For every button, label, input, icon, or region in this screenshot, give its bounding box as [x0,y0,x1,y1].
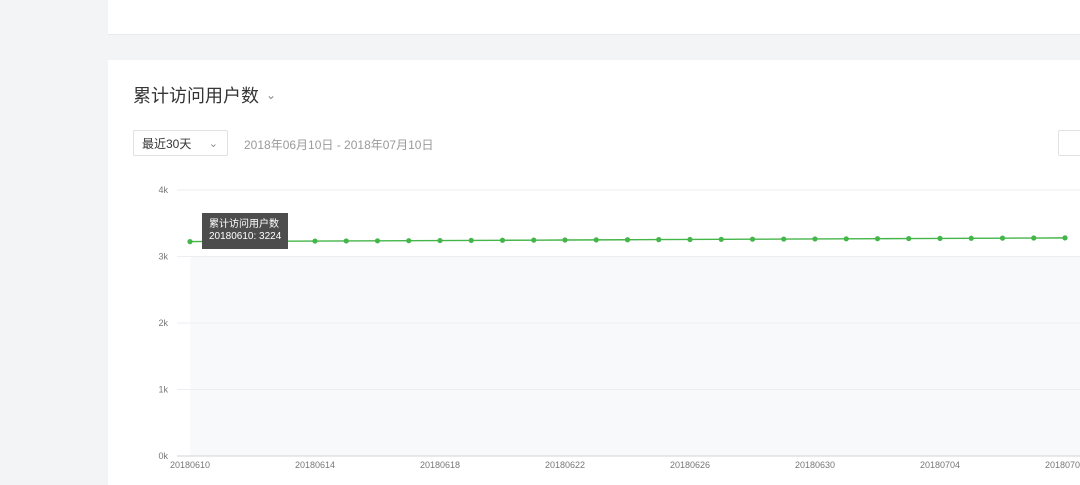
data-point [406,238,412,244]
tooltip-series: 累计访问用户数 [209,219,279,230]
data-point [187,239,193,245]
y-tick-label: 2k [158,318,168,328]
data-point [1031,235,1037,241]
line-chart: 0k 1k 2k 3k 4k 20180610 20180614 20180618 201806… [158,185,1080,470]
y-tick-label: 4k [158,185,168,195]
data-point [531,237,537,243]
plot-area [190,256,1080,456]
x-tick-label: 20180704 [920,460,960,470]
tooltip-value: 20180610: 3224 [209,231,282,242]
data-point [312,238,318,244]
y-tick-label: 0k [158,451,168,461]
x-tick-label: 20180630 [795,460,835,470]
data-point [593,237,599,243]
data-point [624,237,631,243]
x-tick-label: 20180618 [420,460,460,470]
chart-tooltip: 累计访问用户数 20180610: 3224 [202,213,289,249]
data-point [812,236,818,242]
data-point [499,237,506,243]
data-point [749,236,756,242]
x-tick-label: 20180626 [670,460,710,470]
data-point [656,237,662,243]
y-tick-label: 1k [158,385,168,395]
data-point [781,236,787,242]
data-point [874,236,881,242]
data-point [843,236,849,242]
data-point [718,236,724,242]
data-point [343,238,349,244]
data-point [437,237,443,244]
data-point [562,237,568,243]
data-point [1062,235,1068,241]
data-point [374,238,381,244]
data-point [999,235,1006,241]
data-point [906,235,912,242]
x-tick-label: 20180614 [295,460,335,470]
data-point [687,236,693,243]
x-tick-label: 20180610 [170,460,210,470]
x-tick-label: 20180622 [545,460,585,470]
data-point [937,235,943,242]
x-tick-label: 20180708 [1045,460,1080,470]
y-tick-label: 3k [158,252,168,262]
data-point [968,235,974,241]
data-point [468,237,474,244]
